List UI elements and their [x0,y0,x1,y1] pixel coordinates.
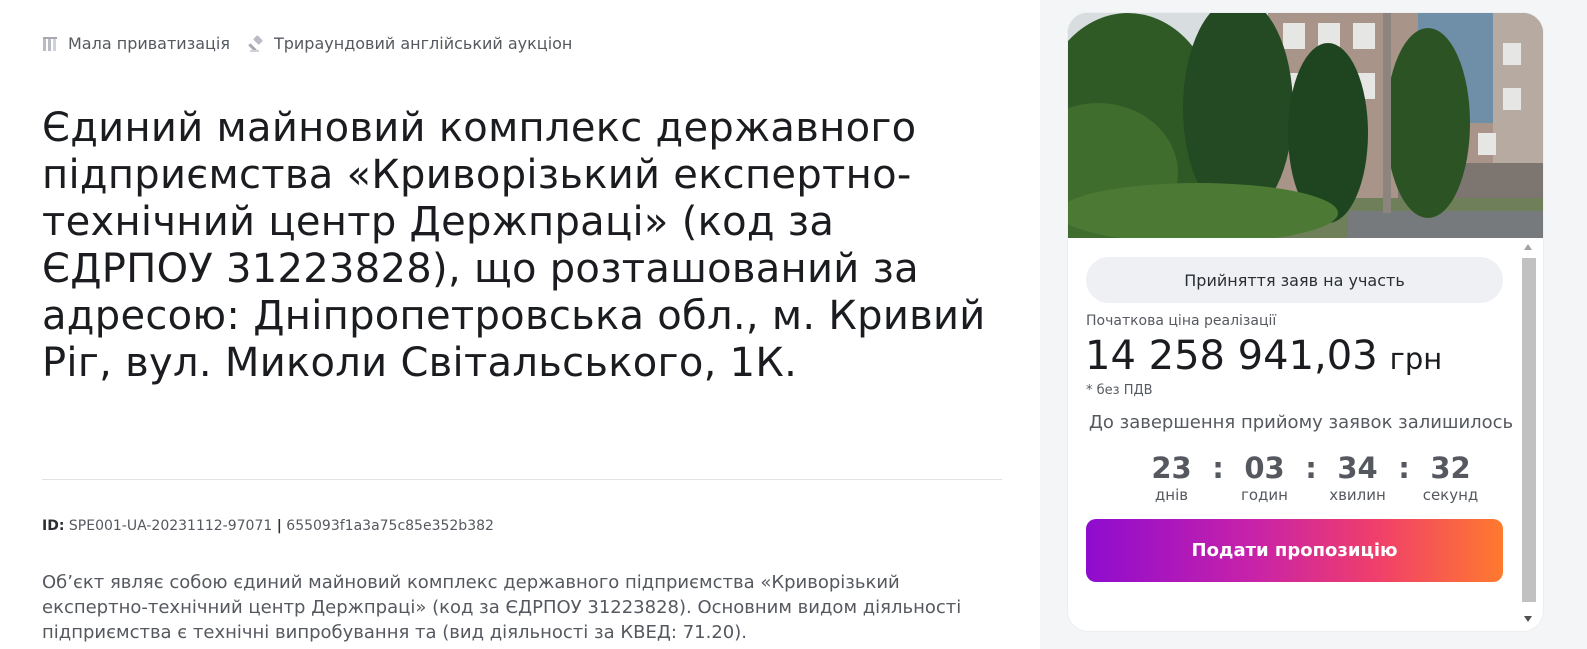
crumb-auction-type-label: Трираундовий англійський аукціон [273,34,573,53]
timer-minutes-value: 34 [1337,451,1378,485]
submit-bid-button[interactable]: Подати пропозицію [1086,519,1503,582]
timer-hours-value: 03 [1244,451,1285,485]
id-separator: | [276,518,282,534]
timer-separator: : [1398,451,1410,485]
timer-seconds: 32 секунд [1419,451,1482,505]
scroll-up-arrow-icon[interactable] [1524,244,1532,250]
lot-photo[interactable] [1068,13,1543,238]
timer-seconds-value: 32 [1430,451,1471,485]
card-scrollbar[interactable] [1520,238,1536,626]
timer-hours: 03 годин [1233,451,1296,505]
building-columns-icon [42,35,60,53]
lot-title: Єдиний майновий комплекс державного підп… [42,105,986,386]
timer-minutes: 34 хвилин [1326,451,1389,505]
timer-days: 23 днів [1140,451,1203,505]
scroll-thumb[interactable] [1522,258,1536,602]
breadcrumb: Мала приватизація Трираундовий англійськ… [42,34,572,53]
scroll-down-arrow-icon[interactable] [1524,616,1532,622]
lot-description: Об’єкт являє собою єдиний майновий компл… [42,572,962,643]
id-hash: 655093f1a3a75c85e352b382 [286,518,494,534]
crumb-auction-type[interactable]: Трираундовий англійський аукціон [248,34,572,53]
countdown-label: До завершення прийому заявок залишилось [1088,412,1514,433]
divider [42,479,1002,480]
timer-separator: : [1305,451,1317,485]
timer-seconds-label: секунд [1422,486,1479,504]
start-price: 14 258 941,03 грн [1085,333,1442,379]
countdown-timer: 23 днів : 03 годин : 34 хвилин : 32 секу… [1140,451,1482,505]
id-label: ID: [42,518,65,534]
timer-days-label: днів [1154,486,1189,504]
id-value: SPE001-UA-20231112-97071 [68,518,273,534]
timer-hours-label: годин [1241,486,1288,504]
vat-note: * без ПДВ [1086,383,1153,398]
price-value: 14 258 941,03 [1085,333,1378,379]
crumb-category-label: Мала приватизація [68,34,230,53]
timer-separator: : [1212,451,1224,485]
timer-minutes-label: хвилин [1329,486,1386,504]
crumb-category[interactable]: Мала приватизація [42,34,230,53]
gavel-icon [248,34,266,53]
price-currency: грн [1389,342,1443,376]
timer-days-value: 23 [1151,451,1192,485]
price-label: Початкова ціна реалізації [1086,313,1277,329]
auction-card: Прийняття заяв на участь Початкова ціна … [1068,13,1543,631]
lot-id-line: ID: SPE001-UA-20231112-97071 | 655093f1a… [42,518,494,534]
status-badge: Прийняття заяв на участь [1086,257,1503,303]
lot-details-panel: Мала приватизація Трираундовий англійськ… [0,0,1040,649]
